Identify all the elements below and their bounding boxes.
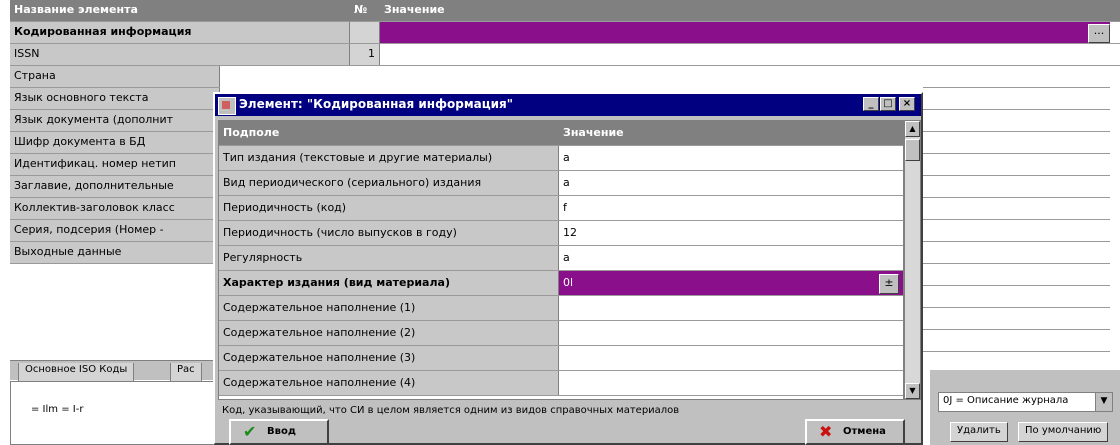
table-row-selected[interactable]: Характер издания (вид материала) 0l ± [219, 271, 903, 296]
subfield-name: Периодичность (число выпусков в году) [219, 221, 559, 245]
app-icon [218, 97, 236, 115]
format-select[interactable]: 0J = Описание журнала ▼ [938, 392, 1113, 412]
subfield-name: Содержательное наполнение (4) [219, 371, 559, 395]
subfield-name: Характер издания (вид материала) [219, 271, 559, 295]
subfield-name: Вид периодического (сериального) издания [219, 171, 559, 195]
table-row[interactable]: Содержательное наполнение (2) [219, 321, 903, 346]
row-name: Коллектив-заголовок класс [10, 198, 220, 219]
row-num [350, 22, 380, 43]
grid-row[interactable]: Заглавие, дополнительные [10, 176, 220, 198]
dropdown-icon[interactable]: ± [879, 274, 899, 294]
format-select-value: 0J = Описание журнала [943, 395, 1069, 406]
subfield-value[interactable] [559, 371, 903, 395]
row-value[interactable]: ... [380, 22, 1110, 43]
grid-row[interactable]: Язык документа (дополнит [10, 110, 220, 132]
close-icon[interactable]: × [899, 97, 915, 111]
table-row[interactable]: Содержательное наполнение (3) [219, 346, 903, 371]
ok-button[interactable]: ✔ Ввод [229, 419, 329, 445]
element-dialog: Элемент: "Кодированная информация" _ □ ×… [213, 92, 923, 445]
subfield-value[interactable] [559, 296, 903, 320]
info-panel: = Ilm = I-r [10, 381, 220, 445]
subfield-value[interactable]: a [559, 146, 903, 170]
grid-row[interactable]: ISSN 1 [10, 44, 1120, 66]
row-num: 1 [350, 44, 380, 65]
row-name: Язык основного текста [10, 88, 220, 109]
subfield-value[interactable]: a [559, 246, 903, 270]
subfield-value-text: 0l [563, 276, 574, 289]
dialog-title: Элемент: "Кодированная информация" [239, 97, 514, 111]
subfield-value[interactable]: a [559, 171, 903, 195]
default-button[interactable]: По умолчанию [1018, 422, 1109, 442]
row-name: Выходные данные [10, 242, 220, 263]
subfield-name: Содержательное наполнение (2) [219, 321, 559, 345]
subfield-value[interactable] [559, 321, 903, 345]
grid-row[interactable]: Язык основного текста [10, 88, 220, 110]
table-row[interactable]: Содержательное наполнение (4) [219, 371, 903, 396]
grid-row[interactable]: Выходные данные [10, 242, 220, 264]
cancel-button[interactable]: ✖ Отмена [805, 419, 905, 445]
grid-row[interactable]: Коллектив-заголовок класс [10, 198, 220, 220]
column-header-value[interactable]: Значение [380, 0, 1110, 21]
subfield-name: Периодичность (код) [219, 196, 559, 220]
column-header-num[interactable]: № [350, 0, 380, 21]
subfield-value[interactable]: 12 [559, 221, 903, 245]
table-row[interactable]: Периодичность (число выпусков в году) 12 [219, 221, 903, 246]
vertical-scrollbar[interactable]: ▲ ▼ [904, 120, 921, 400]
ok-button-label: Ввод [267, 426, 296, 437]
maximize-icon[interactable]: □ [880, 97, 896, 111]
column-header-name[interactable]: Название элемента [10, 0, 350, 21]
scroll-up-icon[interactable]: ▲ [905, 121, 920, 137]
table-row[interactable]: Вид периодического (сериального) издания… [219, 171, 903, 196]
column-header-value[interactable]: Значение [559, 121, 903, 145]
row-value[interactable] [380, 44, 1110, 65]
ellipsis-button[interactable]: ... [1088, 24, 1110, 43]
subfield-table-header: Подполе Значение [219, 121, 903, 146]
row-name: Идентификац. номер нетип [10, 154, 220, 175]
cross-icon: ✖ [819, 422, 833, 441]
table-row[interactable]: Тип издания (текстовые и другие материал… [219, 146, 903, 171]
grid-header: Название элемента № Значение [10, 0, 1120, 22]
subfield-value[interactable]: f [559, 196, 903, 220]
row-name: Заглавие, дополнительные [10, 176, 220, 197]
scroll-down-icon[interactable]: ▼ [905, 383, 920, 399]
row-name: ISSN [10, 44, 350, 65]
subfield-value[interactable] [559, 346, 903, 370]
tab-extra[interactable]: Рас [170, 363, 202, 382]
column-header-subfield[interactable]: Подполе [219, 121, 559, 145]
row-name: Язык документа (дополнит [10, 110, 220, 131]
dialog-titlebar[interactable]: Элемент: "Кодированная информация" _ □ × [215, 94, 921, 116]
grid-row[interactable]: Шифр документа в БД [10, 132, 220, 154]
grid-row[interactable]: Серия, подсерия (Номер - [10, 220, 220, 242]
minimize-icon[interactable]: _ [863, 97, 879, 111]
subfield-name: Тип издания (текстовые и другие материал… [219, 146, 559, 170]
grid-row[interactable]: Идентификац. номер нетип [10, 154, 220, 176]
row-name: Кодированная информация [10, 22, 350, 43]
row-name: Страна [10, 66, 220, 87]
subfield-table: Подполе Значение Тип издания (текстовые … [218, 120, 904, 400]
scroll-thumb[interactable] [905, 139, 920, 161]
cancel-button-label: Отмена [843, 426, 886, 437]
grid-row[interactable]: Страна [10, 66, 220, 88]
check-icon: ✔ [243, 422, 257, 441]
grid-background [923, 66, 1110, 366]
tab-main[interactable]: Основное ISO Коды [18, 363, 135, 382]
bottom-right-panel: 0J = Описание журнала ▼ Удалить По умолч… [930, 370, 1120, 445]
table-row[interactable]: Периодичность (код) f [219, 196, 903, 221]
row-name: Шифр документа в БД [10, 132, 220, 153]
table-row[interactable]: Содержательное наполнение (1) [219, 296, 903, 321]
grid-row[interactable]: Кодированная информация ... [10, 22, 1120, 44]
subfield-name: Содержательное наполнение (1) [219, 296, 559, 320]
subfield-name: Регулярность [219, 246, 559, 270]
delete-button[interactable]: Удалить [950, 422, 1008, 442]
chevron-down-icon[interactable]: ▼ [1095, 393, 1112, 411]
subfield-value-selected[interactable]: 0l ± [559, 271, 903, 295]
info-text: = Ilm = I-r [31, 404, 84, 415]
subfield-name: Содержательное наполнение (3) [219, 346, 559, 370]
row-name: Серия, подсерия (Номер - [10, 220, 220, 241]
table-row[interactable]: Регулярность a [219, 246, 903, 271]
